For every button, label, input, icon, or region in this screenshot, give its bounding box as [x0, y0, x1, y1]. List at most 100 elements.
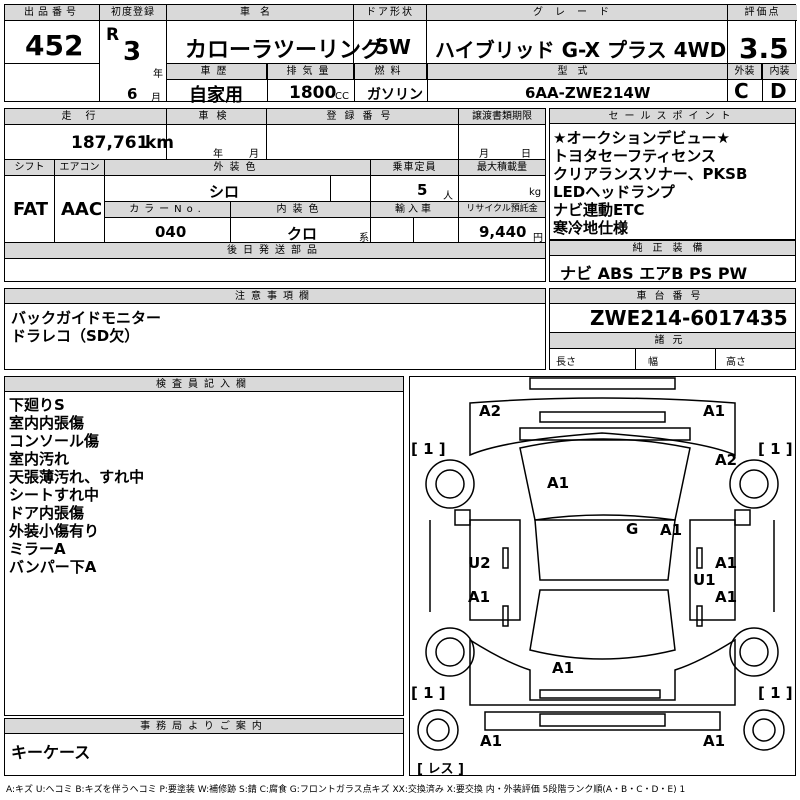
note-line: バックガイドモニター: [11, 309, 162, 327]
history-value: 自家用: [189, 85, 243, 106]
car-diagram-box: [409, 376, 796, 776]
car-name-label: 車名: [167, 5, 353, 21]
notes-label: 注意事項欄: [5, 289, 545, 304]
transfer-day-unit: 日: [521, 149, 531, 160]
grade-value: ハイブリッド G-X プラス 4WD: [435, 38, 727, 62]
inspector-line: 室内汚れ: [9, 450, 70, 468]
sales-points-list: ★オークションデビュー★ トヨタセーフティセンス クリアランスソナー、PKSB …: [553, 129, 747, 237]
equipment-label: 純正装備: [550, 241, 795, 256]
recycle-label: リサイクル預託金: [459, 202, 545, 218]
exterior-color-label: 外装色: [105, 160, 371, 176]
spec-height: 高さ: [726, 357, 746, 368]
damage-mark: A1: [468, 588, 491, 606]
office-box: 事務局よりご案内 キーケース: [4, 718, 404, 776]
damage-mark: A2: [715, 451, 738, 469]
first-reg-year: 3: [123, 37, 142, 67]
shift-label: シフト: [5, 160, 55, 176]
exterior-color-value: シロ: [209, 183, 240, 201]
first-reg-era: R: [106, 25, 120, 45]
legend: A:キズ U:ヘコミ B:キズを伴うヘコミ P:要塗装 W:補修跡 S:錆 C:…: [6, 785, 686, 795]
tire-mark: [ 1 ]: [411, 684, 446, 702]
specs-label: 諸元: [550, 332, 795, 349]
inspector-line: 室内内張傷: [9, 414, 85, 432]
score-value: 3.5: [739, 32, 789, 65]
damage-mark: A1: [660, 521, 683, 539]
inspector-line: バンパー下A: [9, 558, 97, 576]
first-reg-month: 6: [127, 85, 138, 103]
ac-value: AAC: [61, 199, 103, 220]
displacement-label: 排気量: [268, 64, 354, 80]
color-no-label: カラーNo.: [105, 202, 231, 218]
recycle-value: 9,440: [479, 223, 527, 241]
damage-mark: A2: [479, 402, 502, 420]
grade-label: グレード: [427, 5, 727, 21]
interior-color-label: 内装色: [231, 202, 371, 218]
fuel-value: ガソリン: [367, 87, 423, 103]
sales-points-box: セールスポイント ★オークションデビュー★ トヨタセーフティセンス クリアランス…: [549, 108, 796, 240]
capacity-value: 5: [417, 181, 428, 199]
displacement-unit: CC: [335, 91, 349, 102]
later-parts-label: 後日発送部品: [5, 243, 545, 259]
notes-box: 注意事項欄 バックガイドモニター ドラレコ（SD欠）: [4, 288, 546, 370]
inspector-line: ドア内張傷: [9, 504, 85, 522]
score-exterior: C: [734, 79, 749, 103]
chassis-box: 車台番号 ZWE214-6017435 諸元 長さ 幅 高さ: [549, 288, 796, 370]
first-reg-month-unit: 月: [151, 93, 161, 104]
inspection-month-unit: 月: [249, 149, 259, 160]
damage-mark: U2: [468, 554, 491, 572]
sales-points-label: セールスポイント: [550, 109, 795, 124]
model-label: 型式: [428, 64, 727, 80]
spare-tire-mark: [ レス ]: [417, 762, 464, 777]
vehicle-info-block: 走行 車検 登録番号 譲渡書類期限 187,761 km 年 月 月 日 シフト…: [4, 108, 546, 282]
mileage-value: 187,761: [71, 133, 149, 153]
equipment-box: 純正装備 ナビ ABS エアB PS PW: [549, 240, 796, 283]
import-label: 輸入車: [371, 202, 459, 218]
damage-mark: G: [626, 520, 639, 538]
model-value: 6AA-ZWE214W: [525, 84, 651, 102]
damage-mark: U1: [693, 571, 716, 589]
damage-mark: A1: [715, 554, 738, 572]
spec-length: 長さ: [556, 357, 576, 368]
tire-mark: [ 1 ]: [758, 684, 793, 702]
door-label: ドア形状: [354, 5, 426, 21]
transfer-month-unit: 月: [479, 149, 489, 160]
ac-label: エアコン: [55, 160, 105, 176]
chassis-number: ZWE214-6017435: [590, 306, 788, 330]
first-reg-label: 初度登録: [100, 5, 166, 21]
inspector-box: 検査員記入欄 下廻りS 室内内張傷 コンソール傷 室内汚れ 天張薄汚れ、すれ中 …: [4, 376, 404, 716]
note-line: ドラレコ（SD欠）: [11, 327, 140, 345]
office-label: 事務局よりご案内: [5, 719, 403, 734]
color-no-value: 040: [155, 223, 187, 241]
shift-value: FAT: [13, 199, 49, 220]
damage-mark: A1: [480, 732, 503, 750]
sales-point-item: ナビ連動ETC: [553, 201, 645, 219]
inspection-label: 車検: [167, 109, 267, 125]
chassis-label: 車台番号: [550, 289, 795, 304]
inspector-line: 外装小傷有り: [9, 522, 100, 540]
inspector-line: ミラーA: [9, 540, 66, 558]
top-block: 出品番号 452 初度登録 R 3 年 6 月 車名 カローラツーリング ドア形…: [4, 4, 797, 106]
transfer-label: 譲渡書類期限: [459, 109, 545, 125]
mileage-unit: km: [145, 133, 175, 153]
equipment-value: ナビ ABS エアB PS PW: [560, 264, 748, 283]
spec-width: 幅: [648, 357, 658, 368]
capacity-label: 乗車定員: [371, 160, 459, 176]
score-label: 評価点: [728, 5, 797, 21]
fuel-label: 燃料: [355, 64, 427, 80]
sales-point-item: 寒冷地仕様: [553, 219, 629, 237]
sales-point-item: クリアランスソナー、PKSB: [553, 165, 748, 183]
sales-point-item: トヨタセーフティセンス: [553, 147, 716, 165]
displacement-value: 1800: [289, 83, 337, 103]
damage-mark: A1: [547, 474, 570, 492]
damage-mark: A1: [552, 659, 575, 677]
damage-mark: A1: [703, 402, 726, 420]
door-value: 5W: [375, 35, 411, 59]
first-reg-year-unit: 年: [153, 69, 163, 80]
inspection-year-unit: 年: [213, 149, 223, 160]
office-value: キーケース: [11, 743, 91, 762]
history-label: 車歴: [167, 64, 267, 80]
inspector-label: 検査員記入欄: [5, 377, 403, 392]
tire-mark: [ 1 ]: [411, 440, 446, 458]
score-exterior-label: 外装: [728, 64, 762, 80]
max-load-label: 最大積載量: [459, 160, 545, 176]
